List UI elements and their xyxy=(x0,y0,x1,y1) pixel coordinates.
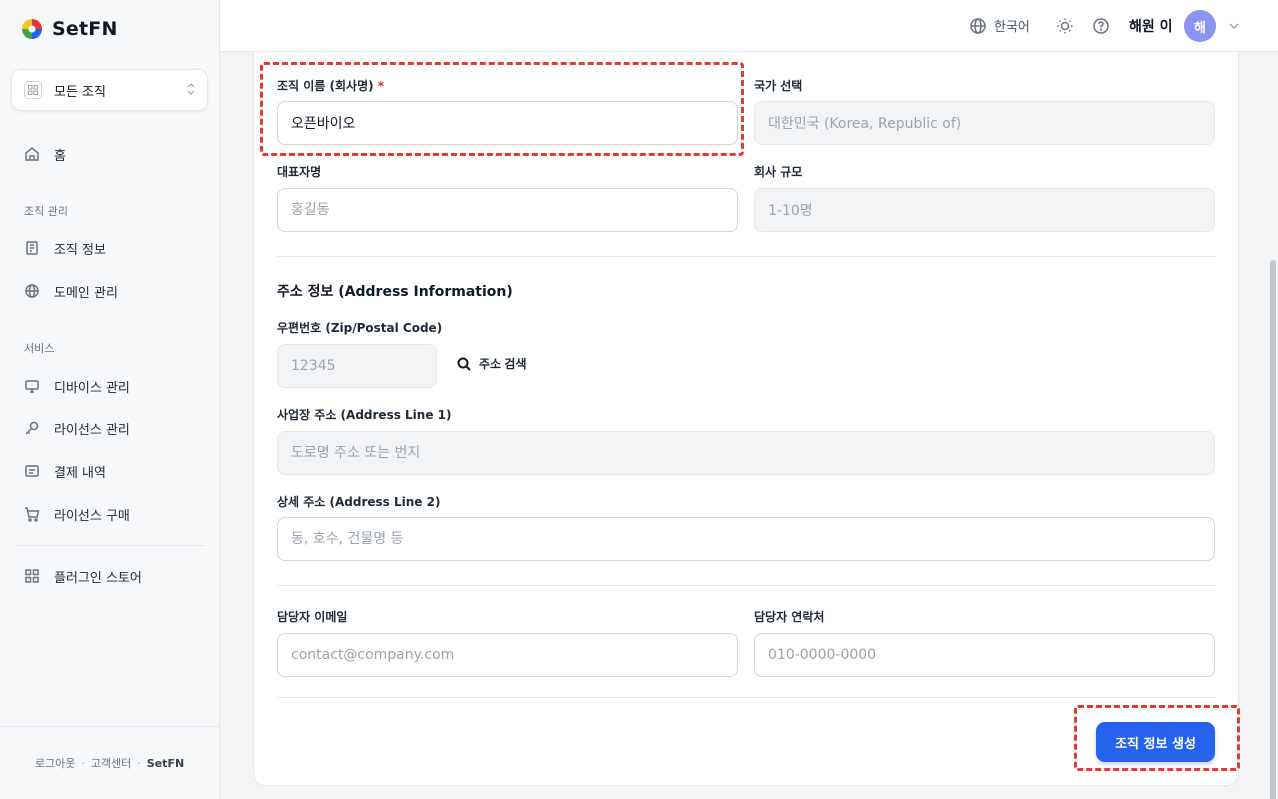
sidebar-item-label: 도메인 관리 xyxy=(54,285,118,301)
sun-icon xyxy=(1057,18,1073,34)
phone-input[interactable] xyxy=(754,633,1215,677)
zip-input[interactable] xyxy=(277,344,437,388)
monitor-icon xyxy=(25,380,39,393)
grid-icon xyxy=(25,569,39,583)
sidebar-item-label: 결제 내역 xyxy=(54,465,106,481)
sidebar-item-label: 플러그인 스토어 xyxy=(54,570,142,586)
sidebar-section-org: 조직 관리 xyxy=(24,205,68,218)
required-mark: * xyxy=(377,79,385,93)
language-selector[interactable]: 한국어 xyxy=(969,16,1030,35)
avatar[interactable]: 해 xyxy=(1184,10,1216,42)
sidebar-item-plugins[interactable]: 플러그인 스토어 xyxy=(24,566,142,586)
sidebar-item-label: 디바이스 관리 xyxy=(54,380,130,396)
create-org-button[interactable]: 조직 정보 생성 xyxy=(1096,722,1215,762)
email-label: 담당자 이메일 xyxy=(277,610,348,624)
sidebar-item-label: 라이선스 구매 xyxy=(54,508,130,524)
footer-brand: SetFN xyxy=(146,756,185,770)
chevron-down-icon xyxy=(1229,23,1239,30)
logo-text-prefix: Set xyxy=(52,18,89,40)
scrollbar[interactable] xyxy=(1268,52,1278,799)
sidebar-item-home[interactable]: 홈 xyxy=(24,144,66,164)
separator: · xyxy=(81,756,85,770)
sidebar-item-payments[interactable]: 결제 내역 xyxy=(24,461,106,481)
country-label: 국가 선택 xyxy=(754,79,803,93)
section-divider xyxy=(277,256,1215,257)
sidebar-section-service: 서비스 xyxy=(24,342,55,355)
zip-label: 우편번호 (Zip/Postal Code) xyxy=(277,321,443,335)
org-name-input[interactable] xyxy=(277,101,738,145)
document-icon xyxy=(26,241,38,255)
address2-input[interactable] xyxy=(277,517,1215,561)
separator: · xyxy=(137,756,141,770)
address1-label: 사업장 주소 (Address Line 1) xyxy=(277,408,452,422)
sidebar: SetFN 모든 조직 홈 조직 관리 조직 정보 도메인 관리 서비스 디바이… xyxy=(0,0,220,799)
sidebar-item-label: 조직 정보 xyxy=(54,242,106,258)
help-button[interactable] xyxy=(1092,17,1110,35)
company-size-select[interactable] xyxy=(754,188,1215,232)
section-divider xyxy=(277,697,1215,698)
org-name-label-text: 조직 이름 (회사명) xyxy=(277,79,374,93)
logo-text: SetFN xyxy=(52,18,118,40)
setfn-logo-icon xyxy=(20,17,44,41)
org-selector-label: 모든 조직 xyxy=(54,84,106,100)
user-name[interactable]: 해원 이 xyxy=(1129,16,1173,36)
section-divider xyxy=(277,585,1215,586)
country-select[interactable] xyxy=(754,101,1215,145)
updown-chevron-icon xyxy=(187,83,195,97)
logo[interactable]: SetFN xyxy=(20,17,118,41)
address1-input[interactable] xyxy=(277,431,1215,475)
help-circle-icon xyxy=(1093,18,1109,34)
grid-icon xyxy=(24,81,42,99)
top-header: 한국어 해원 이 해 xyxy=(220,0,1278,52)
org-name-label: 조직 이름 (회사명) * xyxy=(277,77,384,94)
home-icon xyxy=(25,147,39,161)
globe-icon xyxy=(25,284,39,298)
globe-icon xyxy=(970,17,986,34)
address2-label: 상세 주소 (Address Line 2) xyxy=(277,495,441,509)
address-search-label: 주소 검색 xyxy=(479,357,527,371)
logo-text-suffix: FN xyxy=(88,18,118,40)
sidebar-item-purchase[interactable]: 라이선스 구매 xyxy=(24,504,130,524)
sidebar-footer: 로그아웃 · 고객센터 · SetFN xyxy=(0,726,219,799)
user-menu-toggle[interactable] xyxy=(1227,18,1241,32)
sidebar-item-licenses[interactable]: 라이선스 관리 xyxy=(24,418,130,438)
sidebar-item-devices[interactable]: 디바이스 관리 xyxy=(24,376,130,396)
org-selector[interactable]: 모든 조직 xyxy=(11,69,208,111)
sidebar-item-label: 라이선스 관리 xyxy=(54,422,130,438)
receipt-icon xyxy=(25,465,39,477)
support-link[interactable]: 고객센터 xyxy=(91,755,131,771)
sidebar-item-org-info[interactable]: 조직 정보 xyxy=(24,238,106,258)
sidebar-item-domain[interactable]: 도메인 관리 xyxy=(24,281,118,301)
logout-link[interactable]: 로그아웃 xyxy=(35,755,75,771)
language-label: 한국어 xyxy=(994,20,1030,35)
email-input[interactable] xyxy=(277,633,738,677)
search-icon xyxy=(457,357,471,371)
address-section-title: 주소 정보 (Address Information) xyxy=(277,284,513,300)
theme-toggle-button[interactable] xyxy=(1056,17,1074,35)
scrollbar-thumb[interactable] xyxy=(1270,260,1276,799)
key-icon xyxy=(25,421,39,435)
sidebar-item-label: 홈 xyxy=(54,148,66,164)
address-search-button[interactable]: 주소 검색 xyxy=(457,355,527,372)
phone-label: 담당자 연락처 xyxy=(754,610,825,624)
sidebar-divider xyxy=(14,545,205,546)
ceo-input[interactable] xyxy=(277,188,738,232)
cart-icon xyxy=(25,507,40,522)
ceo-label: 대표자명 xyxy=(277,165,322,179)
company-size-label: 회사 규모 xyxy=(754,165,803,179)
